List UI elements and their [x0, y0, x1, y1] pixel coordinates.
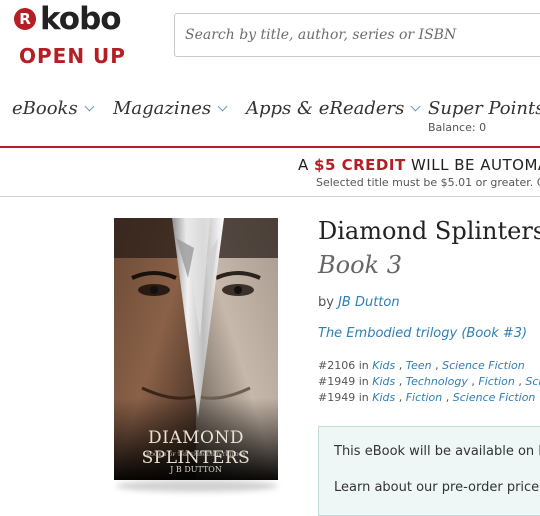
- preorder-learn-link[interactable]: Learn about our pre-order price: [334, 480, 539, 496]
- chevron-down-icon: [410, 101, 421, 112]
- book-subtitle: Book 3: [318, 251, 402, 279]
- nav-divider: [0, 146, 540, 148]
- chevron-down-icon: [217, 101, 228, 112]
- rank-in: in: [355, 391, 373, 404]
- category-link[interactable]: Science Fiction: [442, 359, 525, 372]
- search-input[interactable]: [175, 14, 540, 56]
- nav-ebooks[interactable]: eBooks: [12, 97, 95, 121]
- brand-tagline: OPEN UP: [19, 44, 126, 68]
- rank-in: in: [355, 359, 373, 372]
- cover-shadow: [116, 480, 278, 492]
- series-link[interactable]: The Embodied trilogy (Book #3): [318, 326, 527, 342]
- category-link[interactable]: Technology: [406, 375, 468, 388]
- author-link[interactable]: JB Dutton: [338, 295, 400, 310]
- category-link[interactable]: Kids: [372, 391, 395, 404]
- category-link[interactable]: Science Fiction: [453, 391, 536, 404]
- promo-divider: [0, 196, 540, 197]
- nav-magazines[interactable]: Magazines: [113, 97, 228, 121]
- author-line: by JB Dutton: [318, 295, 400, 311]
- search-box[interactable]: [174, 13, 540, 57]
- cover-author-text: J B DUTTON: [170, 465, 222, 474]
- by-label: by: [318, 295, 339, 310]
- cover-subtitle-text: BOOK 3 OF THE EMBODIED TRILOGY: [146, 452, 246, 458]
- rank-number: #2106: [318, 359, 356, 372]
- rank-row: #1949 in Kids , Fiction , Science Fictio…: [318, 391, 536, 404]
- rank-row: #1949 in Kids , Technology , Fiction , S…: [318, 375, 540, 388]
- category-link[interactable]: Fiction: [406, 391, 443, 404]
- category-link[interactable]: Teen: [406, 359, 432, 372]
- rank-row: #2106 in Kids , Teen , Science Fiction: [318, 359, 525, 372]
- rank-number: #1949: [318, 375, 356, 388]
- cover-title-text: DIAMOND SPLINTERS: [141, 428, 251, 468]
- nav-super-points[interactable]: Super Points: [428, 97, 540, 121]
- category-link[interactable]: Fiction: [478, 375, 515, 388]
- nav-apps-ereaders[interactable]: Apps & eReaders: [246, 97, 421, 121]
- promo-suffix: WILL BE AUTOMA: [405, 156, 540, 174]
- promo-subtext: Selected title must be $5.01 or greater.…: [316, 176, 540, 189]
- nav-ebooks-label: eBooks: [12, 98, 78, 119]
- promo-banner[interactable]: A $5 CREDIT WILL BE AUTOMA: [298, 154, 540, 176]
- category-link[interactable]: Kids: [372, 359, 395, 372]
- category-link[interactable]: Sci: [525, 375, 540, 388]
- rank-in: in: [355, 375, 373, 388]
- kobo-logo-wordmark[interactable]: kobo: [40, 0, 122, 38]
- chevron-down-icon: [84, 101, 95, 112]
- availability-text: This eBook will be available on M: [334, 444, 540, 459]
- nav-apps-label: Apps & eReaders: [246, 98, 405, 119]
- kobo-logo-icon[interactable]: R: [14, 8, 36, 30]
- nav-super-points-label: Super Points: [428, 98, 540, 119]
- category-link[interactable]: Kids: [372, 375, 395, 388]
- promo-prefix: A: [298, 156, 315, 174]
- availability-box: [318, 426, 540, 516]
- promo-credit: $5 CREDIT: [314, 156, 406, 174]
- points-balance: Balance: 0: [428, 121, 487, 134]
- rank-number: #1949: [318, 391, 356, 404]
- nav-magazines-label: Magazines: [113, 98, 212, 119]
- book-title: Diamond Splinters: [318, 217, 540, 245]
